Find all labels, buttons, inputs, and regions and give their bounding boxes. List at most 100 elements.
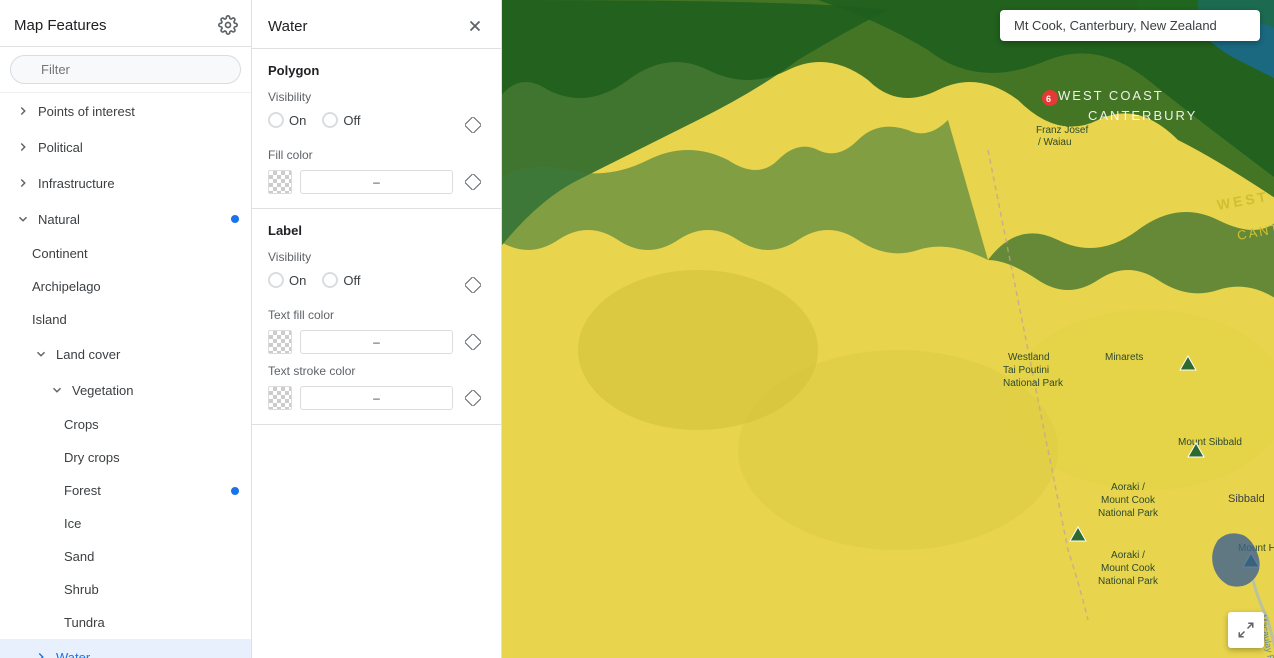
sidebar-item-label: Natural [38, 212, 80, 227]
modified-dot [231, 487, 239, 495]
chevron-right-icon [14, 138, 32, 156]
sidebar-item-forest[interactable]: Forest [0, 474, 251, 507]
modified-dot [231, 215, 239, 223]
polygon-fill-color-value[interactable]: – [300, 170, 453, 194]
label-section: Label Visibility On Off Text fill color … [252, 209, 501, 425]
chevron-right-icon [32, 648, 50, 658]
sidebar-item-water[interactable]: Water [0, 639, 251, 658]
sidebar-item-sand[interactable]: Sand [0, 540, 251, 573]
svg-text:Mount Cook: Mount Cook [1101, 563, 1156, 574]
map-features-title: Map Features [14, 17, 107, 34]
label-visibility-row: On Off [268, 272, 485, 298]
polygon-visibility-on[interactable]: On [268, 112, 306, 128]
polygon-fill-diamond[interactable] [461, 170, 485, 194]
sidebar-item-label: Archipelago [32, 279, 101, 294]
svg-text:CANTERBURY: CANTERBURY [1088, 108, 1197, 123]
label-text-fill-diamond[interactable] [461, 330, 485, 354]
sidebar-item-label: Land cover [56, 347, 120, 362]
label-visibility-off[interactable]: Off [322, 272, 360, 288]
chevron-down-icon [14, 210, 32, 228]
mid-header: Water [252, 0, 501, 49]
polygon-visibility-diamond[interactable] [461, 113, 485, 137]
sidebar-item-label: Infrastructure [38, 176, 115, 191]
polygon-fill-color-swatch[interactable] [268, 170, 292, 194]
label-text-fill-value[interactable]: – [300, 330, 453, 354]
sidebar-item-label: Island [32, 312, 67, 327]
sidebar-item-vegetation[interactable]: Vegetation [0, 372, 251, 408]
sidebar-item-island[interactable]: Island [0, 303, 251, 336]
sidebar-item-label: Sand [64, 549, 94, 564]
sidebar-item-political[interactable]: Political [0, 129, 251, 165]
sidebar-item-crops[interactable]: Crops [0, 408, 251, 441]
sidebar-item-label: Dry crops [64, 450, 120, 465]
nav-list: Points of interest Political Infrastruct… [0, 93, 251, 658]
chevron-down-icon [32, 345, 50, 363]
sidebar-item-ice[interactable]: Ice [0, 507, 251, 540]
polygon-section: Polygon Visibility On Off Fill color – [252, 49, 501, 209]
map-search-bar[interactable]: Mt Cook, Canterbury, New Zealand [1000, 10, 1260, 41]
svg-text:Franz Josef: Franz Josef [1036, 125, 1088, 136]
chevron-down-icon [48, 381, 66, 399]
svg-text:/ Waiau: / Waiau [1038, 137, 1072, 148]
radio-off-circle [322, 112, 338, 128]
sidebar-item-label: Continent [32, 246, 88, 261]
close-button[interactable] [463, 14, 487, 38]
sidebar-item-label: Shrub [64, 582, 99, 597]
sidebar-item-continent[interactable]: Continent [0, 237, 251, 270]
sidebar-item-natural[interactable]: Natural [0, 201, 251, 237]
svg-text:National Park: National Park [1098, 508, 1159, 519]
filter-bar [0, 47, 251, 93]
radio-on-circle [268, 112, 284, 128]
map-canvas[interactable]: WEST COAST CANTERBURY WEST COAST CANTERB… [502, 0, 1274, 658]
svg-text:Mount Sibbald: Mount Sibbald [1178, 437, 1242, 448]
svg-text:Tai Poutini: Tai Poutini [1003, 365, 1049, 376]
svg-text:Minarets: Minarets [1105, 352, 1143, 363]
svg-text:WEST COAST: WEST COAST [1058, 88, 1164, 103]
sidebar-item-points-of-interest[interactable]: Points of interest [0, 93, 251, 129]
svg-text:Mount Cook: Mount Cook [1101, 495, 1156, 506]
polygon-fill-color-row: – [268, 170, 485, 194]
label-visibility-diamond[interactable] [461, 273, 485, 297]
label-text-stroke-value[interactable]: – [300, 386, 453, 410]
sidebar-item-label: Crops [64, 417, 99, 432]
fullscreen-button[interactable] [1228, 612, 1264, 648]
sidebar-item-shrub[interactable]: Shrub [0, 573, 251, 606]
left-header: Map Features [0, 0, 251, 47]
label-text-fill-swatch[interactable] [268, 330, 292, 354]
svg-text:Westland: Westland [1008, 352, 1050, 363]
on-label: On [289, 273, 306, 288]
label-radio-group: On Off [268, 272, 360, 288]
filter-input[interactable] [10, 55, 241, 84]
mid-panel: Water Polygon Visibility On Off Fi [252, 0, 502, 658]
sidebar-item-land-cover[interactable]: Land cover [0, 336, 251, 372]
map-panel: WEST COAST CANTERBURY WEST COAST CANTERB… [502, 0, 1274, 658]
sidebar-item-label: Ice [64, 516, 81, 531]
sidebar-item-dry-crops[interactable]: Dry crops [0, 441, 251, 474]
sidebar-item-infrastructure[interactable]: Infrastructure [0, 165, 251, 201]
svg-text:National Park: National Park [1098, 576, 1159, 587]
water-title: Water [268, 18, 307, 35]
sidebar-item-label: Tundra [64, 615, 105, 630]
label-section-title: Label [268, 223, 485, 238]
sidebar-item-label: Points of interest [38, 104, 135, 119]
text-stroke-color-label: Text stroke color [268, 364, 485, 378]
radio-on-circle [268, 272, 284, 288]
sidebar-item-label: Water [56, 650, 90, 658]
search-value: Mt Cook, Canterbury, New Zealand [1014, 18, 1217, 33]
sidebar-item-archipelago[interactable]: Archipelago [0, 270, 251, 303]
label-text-stroke-diamond[interactable] [461, 386, 485, 410]
label-visibility-label: Visibility [268, 250, 485, 264]
settings-icon[interactable] [217, 14, 239, 36]
sidebar-item-label: Political [38, 140, 83, 155]
polygon-visibility-off[interactable]: Off [322, 112, 360, 128]
label-text-stroke-color-row: – [268, 386, 485, 410]
label-text-stroke-swatch[interactable] [268, 386, 292, 410]
radio-off-circle [322, 272, 338, 288]
fullscreen-icon [1237, 621, 1255, 639]
off-label: Off [343, 113, 360, 128]
chevron-right-icon [14, 174, 32, 192]
label-visibility-on[interactable]: On [268, 272, 306, 288]
chevron-right-icon [14, 102, 32, 120]
label-text-fill-color-row: – [268, 330, 485, 354]
sidebar-item-tundra[interactable]: Tundra [0, 606, 251, 639]
